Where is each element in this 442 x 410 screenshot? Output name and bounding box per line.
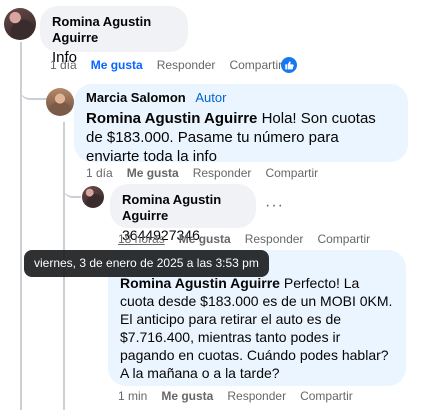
comment-actions-1: 1 día Me gusta Responder Compartir bbox=[50, 58, 282, 72]
comment-author[interactable]: Romina Agustin Aguirre bbox=[52, 14, 176, 46]
comment-bubble-romina-2: Romina Agustin Aguirre 3644927346 bbox=[110, 184, 256, 243]
comment-bubble-marcia: Marcia Salomon Autor Romina Agustin Agui… bbox=[74, 84, 408, 165]
comment-author[interactable]: Romina Agustin Aguirre bbox=[122, 192, 244, 224]
more-options-icon[interactable]: ··· bbox=[265, 197, 284, 215]
avatar-marcia[interactable] bbox=[46, 88, 74, 116]
comment-text: Romina Agustin Aguirre Perfecto! La cuot… bbox=[120, 274, 394, 382]
comment-time[interactable]: 1 día bbox=[50, 58, 77, 72]
comment-time[interactable]: 1 día bbox=[86, 166, 113, 180]
avatar-romina[interactable] bbox=[82, 186, 104, 208]
comment-text: Romina Agustin Aguirre Hola! Son cuotas … bbox=[86, 109, 396, 166]
reply-button[interactable]: Responder bbox=[193, 166, 252, 180]
comment-time[interactable]: 1 min bbox=[118, 389, 147, 403]
comment-time[interactable]: 18 horas bbox=[118, 232, 165, 246]
mention-link[interactable]: Romina Agustin Aguirre bbox=[86, 110, 257, 127]
author-badge: Autor bbox=[195, 90, 227, 105]
share-button[interactable]: Compartir bbox=[300, 389, 353, 403]
share-button[interactable]: Compartir bbox=[265, 166, 318, 180]
share-button[interactable]: Compartir bbox=[317, 232, 370, 246]
avatar-romina[interactable] bbox=[4, 8, 36, 40]
thread-elbow-reply-1 bbox=[20, 75, 50, 100]
like-button[interactable]: Me gusta bbox=[161, 389, 213, 403]
timestamp-tooltip: viernes, 3 de enero de 2025 a las 3:53 p… bbox=[24, 250, 269, 277]
thread-elbow-reply-2 bbox=[63, 178, 81, 198]
share-button[interactable]: Compartir bbox=[229, 58, 282, 72]
comment-actions-4: 1 min Me gusta Responder Compartir bbox=[118, 389, 353, 403]
comment-actions-2: 1 día Me gusta Responder Compartir bbox=[86, 166, 318, 180]
reply-button[interactable]: Responder bbox=[245, 232, 304, 246]
comment-actions-3: 18 horas Me gusta Responder Compartir bbox=[118, 232, 370, 246]
comment-author[interactable]: Marcia Salomon bbox=[86, 90, 186, 105]
reply-button[interactable]: Responder bbox=[157, 58, 216, 72]
thread-line-main bbox=[20, 42, 22, 410]
like-reaction-icon[interactable] bbox=[281, 57, 297, 73]
like-button[interactable]: Me gusta bbox=[179, 232, 231, 246]
reply-button[interactable]: Responder bbox=[227, 389, 286, 403]
comment-bubble-romina-1: Romina Agustin Aguirre Info bbox=[40, 6, 188, 66]
like-button[interactable]: Me gusta bbox=[127, 166, 179, 180]
like-button[interactable]: Me gusta bbox=[91, 58, 143, 72]
mention-link[interactable]: Romina Agustin Aguirre bbox=[120, 275, 280, 291]
